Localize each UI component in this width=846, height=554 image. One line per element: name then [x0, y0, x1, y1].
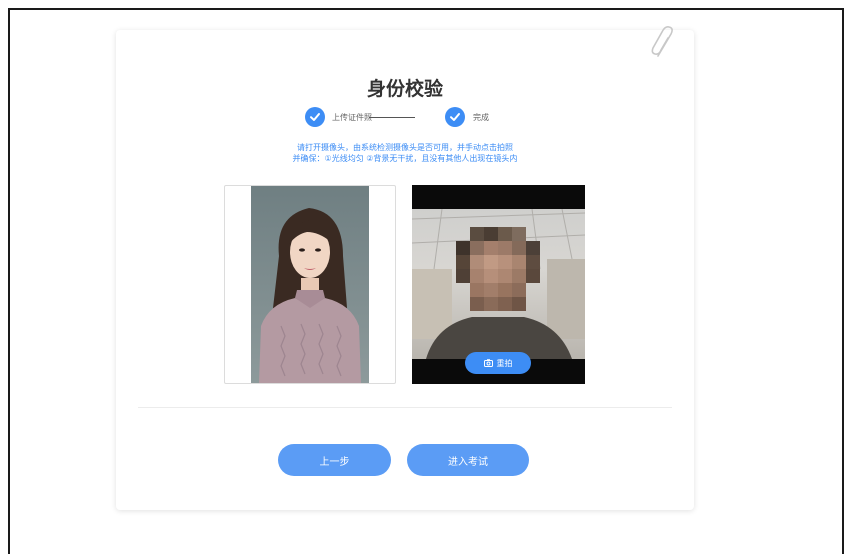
retake-button[interactable]: 重拍 — [465, 352, 531, 374]
id-photo-box — [224, 185, 396, 384]
page-title: 身份校验 — [366, 78, 443, 100]
check-icon — [445, 107, 465, 127]
check-icon — [305, 107, 325, 127]
id-photo — [251, 186, 369, 383]
retake-label: 重拍 — [496, 358, 513, 368]
camera-preview — [412, 209, 585, 359]
camera-capture-box: 重拍 — [412, 185, 585, 384]
step-connector — [369, 117, 415, 118]
step-indicator: 上传证件照 完成 — [305, 105, 505, 129]
camera-icon — [483, 359, 493, 367]
step-label-upload: 上传证件照 — [332, 113, 372, 122]
instructions: 请打开摄像头，由系统检测摄像头是否可用，并手动点击拍照 并确保：①光线均匀 ②背… — [116, 142, 694, 164]
enter-exam-button[interactable]: 进入考试 — [407, 444, 529, 476]
paperclip-icon — [651, 26, 673, 57]
divider — [138, 407, 672, 408]
prev-step-button[interactable]: 上一步 — [278, 444, 391, 476]
verification-card: 身份校验 上传证件照 完成 请打开摄像头，由系统检测摄像头是否可用，并手动点击拍… — [116, 30, 694, 510]
instruction-line-2: 并确保：①光线均匀 ②背景无干扰，且没有其他人出现在镜头内 — [292, 154, 518, 163]
instruction-line-1: 请打开摄像头，由系统检测摄像头是否可用，并手动点击拍照 — [297, 143, 513, 152]
step-label-done: 完成 — [473, 113, 489, 122]
